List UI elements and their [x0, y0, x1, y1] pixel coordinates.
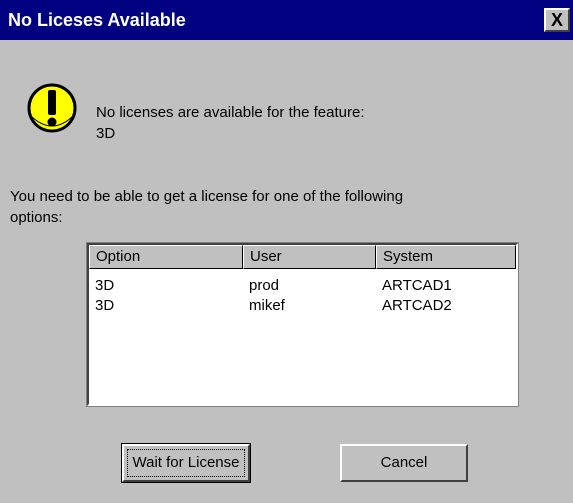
- close-icon: X: [550, 10, 563, 30]
- close-button[interactable]: X: [544, 8, 570, 32]
- wait-button-label: Wait for License: [127, 449, 245, 477]
- message-line-1: No licenses are available for the featur…: [96, 104, 365, 121]
- title-bar[interactable]: No Liceses Available X: [0, 0, 573, 40]
- cell-option: 3D: [95, 277, 115, 294]
- wait-for-license-button[interactable]: Wait for License: [121, 443, 251, 483]
- column-header-user[interactable]: User: [243, 245, 376, 269]
- license-list[interactable]: Option User System 3D prod ARTCAD1 3D mi…: [86, 242, 519, 407]
- license-dialog: No Liceses Available X No licenses are a…: [0, 0, 573, 503]
- cell-system: ARTCAD1: [382, 277, 452, 294]
- cancel-button-label: Cancel: [380, 454, 428, 471]
- cell-system: ARTCAD2: [382, 297, 452, 314]
- feature-name: 3D: [96, 125, 116, 142]
- dialog-title: No Liceses Available: [8, 10, 186, 30]
- cell-option: 3D: [95, 297, 115, 314]
- cell-user: prod: [249, 277, 280, 294]
- instructions-line-2: options:: [10, 209, 63, 226]
- exclamation-icon: [27, 83, 77, 133]
- cancel-button[interactable]: Cancel: [340, 444, 468, 482]
- column-header-option[interactable]: Option: [89, 245, 243, 269]
- instructions-line-1: You need to be able to get a license for…: [10, 188, 404, 205]
- column-header-system[interactable]: System: [376, 245, 516, 269]
- cell-user: mikef: [249, 297, 285, 314]
